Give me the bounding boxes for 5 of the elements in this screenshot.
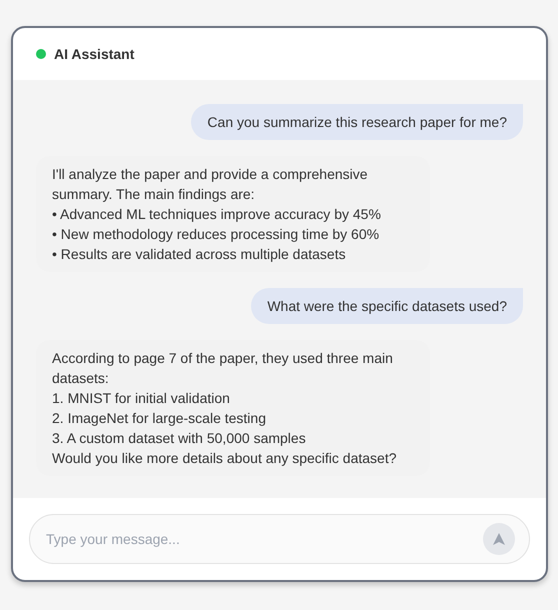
chat-title: AI Assistant: [54, 46, 134, 62]
user-message: Can you summarize this research paper for me?: [191, 104, 523, 140]
user-message: What were the specific datasets used?: [251, 288, 523, 324]
message-input[interactable]: Type your message...: [29, 514, 530, 564]
send-icon: [492, 532, 506, 546]
